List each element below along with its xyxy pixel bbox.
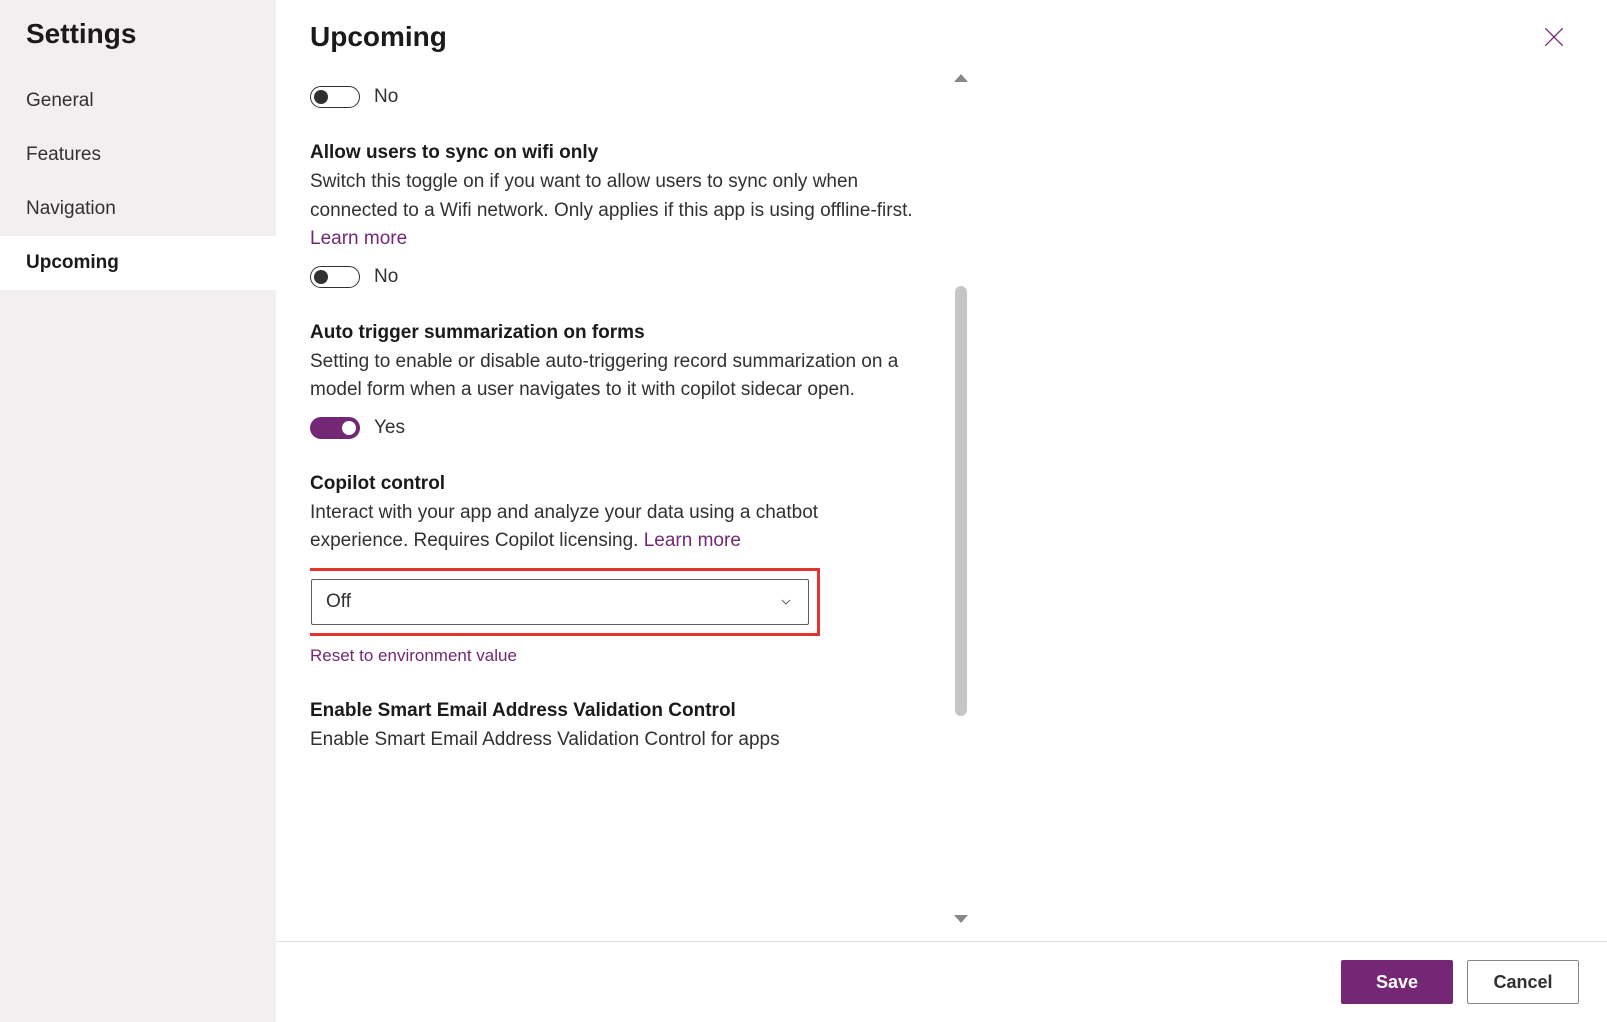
close-button[interactable] bbox=[1535, 18, 1573, 56]
close-icon bbox=[1541, 24, 1567, 50]
sidebar-item-features[interactable]: Features bbox=[0, 128, 276, 182]
setting-wifi-sync-title: Allow users to sync on wifi only bbox=[310, 142, 920, 164]
toggle-wifi-sync-label: No bbox=[374, 266, 398, 288]
setting-smart-email-title: Enable Smart Email Address Validation Co… bbox=[310, 700, 920, 722]
scroll-thumb[interactable] bbox=[955, 286, 967, 716]
chevron-down-icon bbox=[778, 594, 794, 610]
setting-smart-email-desc: Enable Smart Email Address Validation Co… bbox=[310, 726, 920, 755]
scrollbar bbox=[950, 56, 978, 941]
toggle-previous[interactable] bbox=[310, 86, 360, 108]
setting-copilot-control-title: Copilot control bbox=[310, 473, 920, 495]
scroll-down-button[interactable] bbox=[950, 911, 972, 927]
copilot-control-selected: Off bbox=[326, 591, 351, 613]
copilot-reset-link[interactable]: Reset to environment value bbox=[310, 646, 517, 666]
setting-copilot-control: Copilot control Interact with your app a… bbox=[310, 473, 920, 666]
setting-auto-summarization-desc: Setting to enable or disable auto-trigge… bbox=[310, 348, 920, 405]
toggle-auto-summarization[interactable] bbox=[310, 417, 360, 439]
page-title: Upcoming bbox=[310, 21, 1535, 53]
setting-previous-toggle: No bbox=[310, 86, 920, 108]
toggle-wifi-sync[interactable] bbox=[310, 266, 360, 288]
toggle-previous-label: No bbox=[374, 86, 398, 108]
save-button[interactable]: Save bbox=[1341, 960, 1453, 1004]
scroll-up-button[interactable] bbox=[950, 70, 972, 86]
copilot-control-dropdown[interactable]: Off bbox=[311, 579, 809, 625]
settings-scroll-content: No Allow users to sync on wifi only Swit… bbox=[310, 56, 950, 941]
setting-wifi-sync-desc: Switch this toggle on if you want to all… bbox=[310, 168, 920, 254]
setting-copilot-control-desc: Interact with your app and analyze your … bbox=[310, 499, 920, 556]
copilot-learn-more-link[interactable]: Learn more bbox=[644, 530, 741, 551]
wifi-sync-learn-more-link[interactable]: Learn more bbox=[310, 228, 407, 249]
setting-auto-summarization-title: Auto trigger summarization on forms bbox=[310, 322, 920, 344]
toggle-auto-summarization-label: Yes bbox=[374, 417, 405, 439]
sidebar: Settings General Features Navigation Upc… bbox=[0, 0, 276, 1022]
setting-auto-summarization: Auto trigger summarization on forms Sett… bbox=[310, 322, 920, 439]
caret-up-icon bbox=[952, 72, 970, 84]
scroll-track[interactable] bbox=[955, 286, 967, 911]
sidebar-item-upcoming[interactable]: Upcoming bbox=[0, 236, 276, 290]
cancel-button[interactable]: Cancel bbox=[1467, 960, 1579, 1004]
footer: Save Cancel bbox=[276, 941, 1607, 1022]
sidebar-item-general[interactable]: General bbox=[0, 74, 276, 128]
caret-down-icon bbox=[952, 913, 970, 925]
sidebar-item-navigation[interactable]: Navigation bbox=[0, 182, 276, 236]
main-panel: Upcoming No Allow users bbox=[276, 0, 1607, 1022]
setting-wifi-sync: Allow users to sync on wifi only Switch … bbox=[310, 142, 920, 288]
copilot-dropdown-highlight: Off bbox=[310, 568, 820, 636]
sidebar-title: Settings bbox=[0, 18, 276, 74]
setting-smart-email: Enable Smart Email Address Validation Co… bbox=[310, 700, 920, 755]
